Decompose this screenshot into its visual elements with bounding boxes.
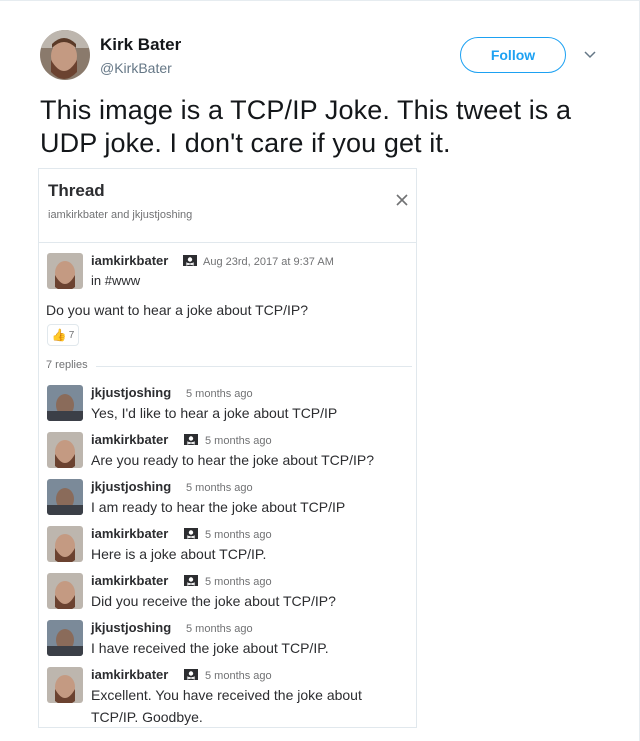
avatar: [47, 432, 83, 468]
thumbs-up-icon: 👍: [51, 328, 67, 342]
avatar: [47, 385, 83, 421]
message-user: iamkirkbater: [91, 526, 169, 541]
message-text: I am ready to hear the joke about TCP/IP: [91, 499, 346, 515]
message-user: jkjustjoshing: [91, 385, 172, 400]
pirate-flag-icon: [184, 669, 198, 680]
message-channel: in #www: [91, 273, 141, 288]
thread-title: Thread: [48, 181, 105, 200]
message-timestamp: 5 months ago: [205, 435, 272, 447]
avatar: [47, 573, 83, 609]
thumbs-up-reaction: 👍 7: [47, 324, 79, 346]
message-timestamp: 5 months ago: [186, 482, 253, 494]
message-text-continued: TCP/IP. Goodbye.: [91, 709, 203, 725]
message-user: iamkirkbater: [91, 573, 169, 588]
avatar: [47, 253, 83, 289]
tweet-card: Kirk Bater @KirkBater Follow This image …: [0, 0, 640, 741]
author-handle[interactable]: @KirkBater: [100, 60, 172, 76]
replies-count: 7 replies: [46, 359, 88, 371]
message-user: jkjustjoshing: [91, 479, 172, 494]
close-icon: [396, 194, 408, 206]
message-timestamp: 5 months ago: [186, 388, 253, 400]
thread-participants: iamkirkbater and jkjustjoshing: [48, 209, 193, 221]
follow-button[interactable]: Follow: [460, 37, 566, 73]
avatar: [47, 667, 83, 703]
message-timestamp: 5 months ago: [186, 623, 253, 635]
message-text: I have received the joke about TCP/IP.: [91, 640, 329, 656]
avatar: [47, 620, 83, 656]
message-text: Are you ready to hear the joke about TCP…: [91, 452, 375, 468]
message-timestamp: 5 months ago: [205, 529, 272, 541]
message-timestamp: Aug 23rd, 2017 at 9:37 AM: [203, 256, 334, 268]
message-timestamp: 5 months ago: [205, 576, 272, 588]
message-text: Here is a joke about TCP/IP.: [91, 546, 267, 562]
thread-header: Thread iamkirkbater and jkjustjoshing: [39, 169, 416, 243]
message-text: Yes, I'd like to hear a joke about TCP/I…: [91, 405, 338, 421]
reaction-count: 7: [68, 329, 75, 341]
message-user: iamkirkbater: [91, 667, 169, 682]
author-name[interactable]: Kirk Bater: [100, 35, 181, 55]
message-user: iamkirkbater: [91, 253, 169, 268]
avatar: [47, 479, 83, 515]
slack-thread-image[interactable]: Thread iamkirkbater and jkjustjoshing ia…: [38, 168, 417, 728]
message-user: iamkirkbater: [91, 432, 169, 447]
pirate-flag-icon: [184, 575, 198, 586]
divider: [96, 366, 412, 367]
author-avatar[interactable]: [40, 30, 90, 80]
message-text: Do you want to hear a joke about TCP/IP?: [46, 302, 309, 318]
message-text: Did you receive the joke about TCP/IP?: [91, 593, 336, 609]
avatar: [47, 526, 83, 562]
pirate-flag-icon: [184, 528, 198, 539]
pirate-flag-icon: [183, 255, 197, 266]
pirate-flag-icon: [184, 434, 198, 445]
chevron-down-icon[interactable]: [582, 46, 598, 62]
message-user: jkjustjoshing: [91, 620, 172, 635]
tweet-text: This image is a TCP/IP Joke. This tweet …: [40, 95, 572, 158]
message-text: Excellent. You have received the joke ab…: [91, 687, 362, 703]
message-timestamp: 5 months ago: [205, 670, 272, 682]
